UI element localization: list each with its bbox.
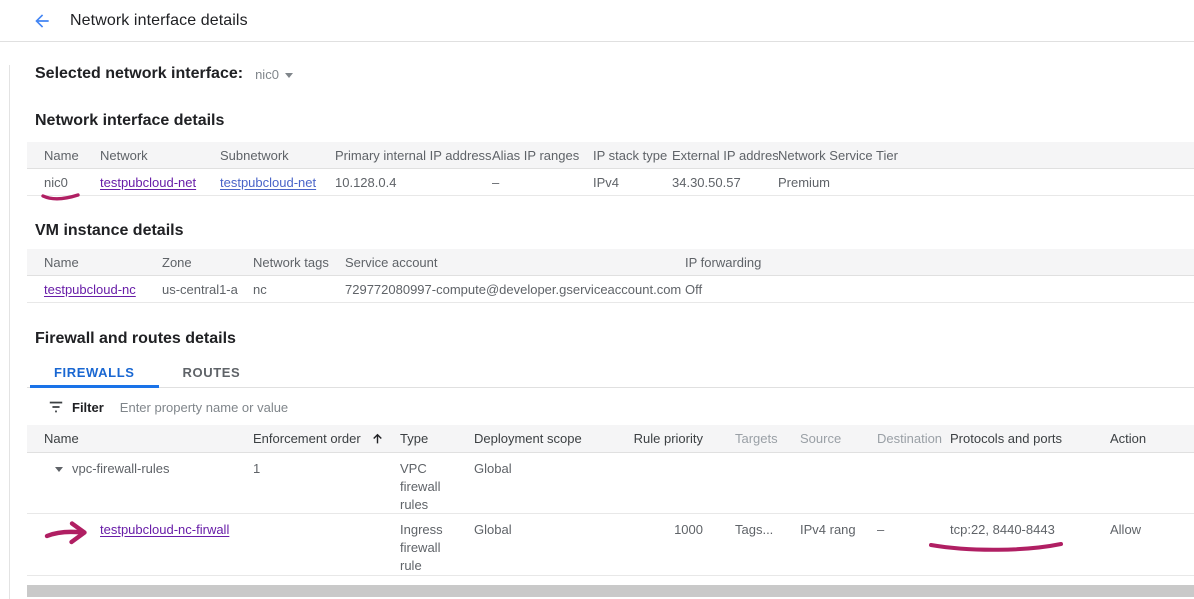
filter-bar: Filter [27, 394, 1194, 420]
collapse-row-icon[interactable] [55, 467, 63, 472]
column-header-network-tags: Network tags [253, 255, 345, 270]
cell-zone: us-central1-a [162, 282, 253, 297]
section-title-vm-instance: VM instance details [35, 221, 1194, 241]
column-header-service-tier: Network Service Tier [778, 148, 1194, 163]
column-header-zone: Zone [162, 255, 253, 270]
column-header-ip-forwarding: IP forwarding [685, 255, 1194, 270]
column-header-name: Name [44, 148, 100, 163]
cell-targets: Tags... [705, 521, 800, 539]
column-header-deployment-scope: Deployment scope [474, 431, 620, 446]
table-row: vpc-firewall-rules 1 VPC firewall rules … [27, 453, 1194, 514]
column-header-protocols-ports: Protocols and ports [950, 431, 1110, 446]
tab-firewalls[interactable]: FIREWALLS [30, 358, 159, 387]
selected-interface-label: Selected network interface: [35, 65, 243, 83]
column-header-rule-priority: Rule priority [620, 431, 705, 446]
section-title-firewall-routes: Firewall and routes details [35, 329, 1194, 349]
cell-network-tags: nc [253, 282, 345, 297]
firewall-routes-tabs: FIREWALLS ROUTES [27, 358, 1194, 388]
interface-selector-row: Selected network interface: nic0 [35, 65, 1194, 83]
chevron-down-icon [285, 73, 293, 78]
column-header-type: Type [400, 431, 474, 446]
table-row: testpubcloud-nc-firwall Ingress firewall… [27, 514, 1194, 576]
cell-type: VPC firewall rules [400, 460, 474, 514]
cell-deployment-scope: Global [474, 460, 620, 478]
network-interface-table: Name Network Subnetwork Primary internal… [27, 142, 1194, 196]
vm-instance-table: Name Zone Network tags Service account I… [27, 249, 1194, 303]
table-header-row: Name Zone Network tags Service account I… [27, 249, 1194, 276]
cell-rule-priority: 1000 [620, 521, 705, 539]
arrow-left-icon [32, 11, 52, 31]
column-header-subnetwork: Subnetwork [220, 148, 335, 163]
column-header-name: Name [44, 255, 162, 270]
column-header-action: Action [1110, 431, 1194, 446]
cell-service-tier: Premium [778, 175, 1194, 190]
column-header-source: Source [800, 431, 877, 446]
cell-name: nic0 [44, 175, 100, 190]
subnetwork-link[interactable]: testpubcloud-net [220, 175, 316, 190]
column-header-destination: Destination [877, 431, 950, 446]
column-header-stack-type: IP stack type [593, 148, 672, 163]
cell-name: vpc-firewall-rules [72, 460, 170, 478]
interface-dropdown-value: nic0 [255, 67, 279, 82]
column-header-targets: Targets [705, 431, 800, 446]
network-link[interactable]: testpubcloud-net [100, 175, 196, 190]
cell-service-account: 729772080997-compute@developer.gservicea… [345, 282, 685, 297]
tab-routes[interactable]: ROUTES [159, 358, 265, 387]
filter-label: Filter [72, 400, 104, 415]
column-header-enforcement-order[interactable]: Enforcement order [253, 431, 400, 446]
table-row: nic0 testpubcloud-net testpubcloud-net 1… [27, 169, 1194, 196]
column-header-service-account: Service account [345, 255, 685, 270]
interface-dropdown[interactable]: nic0 [255, 67, 293, 82]
filter-icon [48, 400, 64, 414]
cell-ip-forwarding: Off [685, 282, 1194, 297]
page: Network interface details Selected netwo… [0, 0, 1194, 599]
cell-primary-ip: 10.128.0.4 [335, 175, 492, 190]
vm-instance-link[interactable]: testpubcloud-nc [44, 282, 136, 297]
firewall-rule-link[interactable]: testpubcloud-nc-firwall [100, 522, 229, 537]
content-panel: Selected network interface: nic0 Network… [9, 65, 1194, 599]
column-header-alias-ranges: Alias IP ranges [492, 148, 593, 163]
table-header-row: Name Network Subnetwork Primary internal… [27, 142, 1194, 169]
cell-deployment-scope: Global [474, 521, 620, 539]
column-header-primary-ip: Primary internal IP address [335, 148, 492, 163]
cell-protocols-ports: tcp:22, 8440-8443 [950, 521, 1110, 539]
top-bar: Network interface details [0, 0, 1194, 42]
table-row: testpubcloud-nc us-central1-a nc 7297720… [27, 276, 1194, 303]
cell-source: IPv4 rang [800, 521, 877, 539]
firewalls-table: Name Enforcement order Type Deployment s… [27, 425, 1194, 576]
column-header-network: Network [100, 148, 220, 163]
filter-input[interactable] [118, 399, 1194, 416]
column-header-name: Name [44, 431, 253, 446]
cell-action: Allow [1110, 521, 1194, 539]
table-header-row: Name Enforcement order Type Deployment s… [27, 425, 1194, 453]
cell-destination: – [877, 521, 950, 539]
cell-external-ip: 34.30.50.57 [672, 175, 778, 190]
cell-type: Ingress firewall rule [400, 521, 474, 575]
arrow-up-icon [371, 432, 384, 445]
cell-enforcement-order: 1 [253, 460, 400, 478]
cell-alias-ranges: – [492, 175, 593, 190]
horizontal-scrollbar[interactable] [27, 585, 1194, 597]
cell-stack-type: IPv4 [593, 175, 672, 190]
column-header-external-ip: External IP address [672, 148, 778, 163]
section-title-network-interface: Network interface details [35, 111, 1194, 131]
page-title: Network interface details [70, 12, 248, 30]
back-button[interactable] [30, 9, 54, 33]
